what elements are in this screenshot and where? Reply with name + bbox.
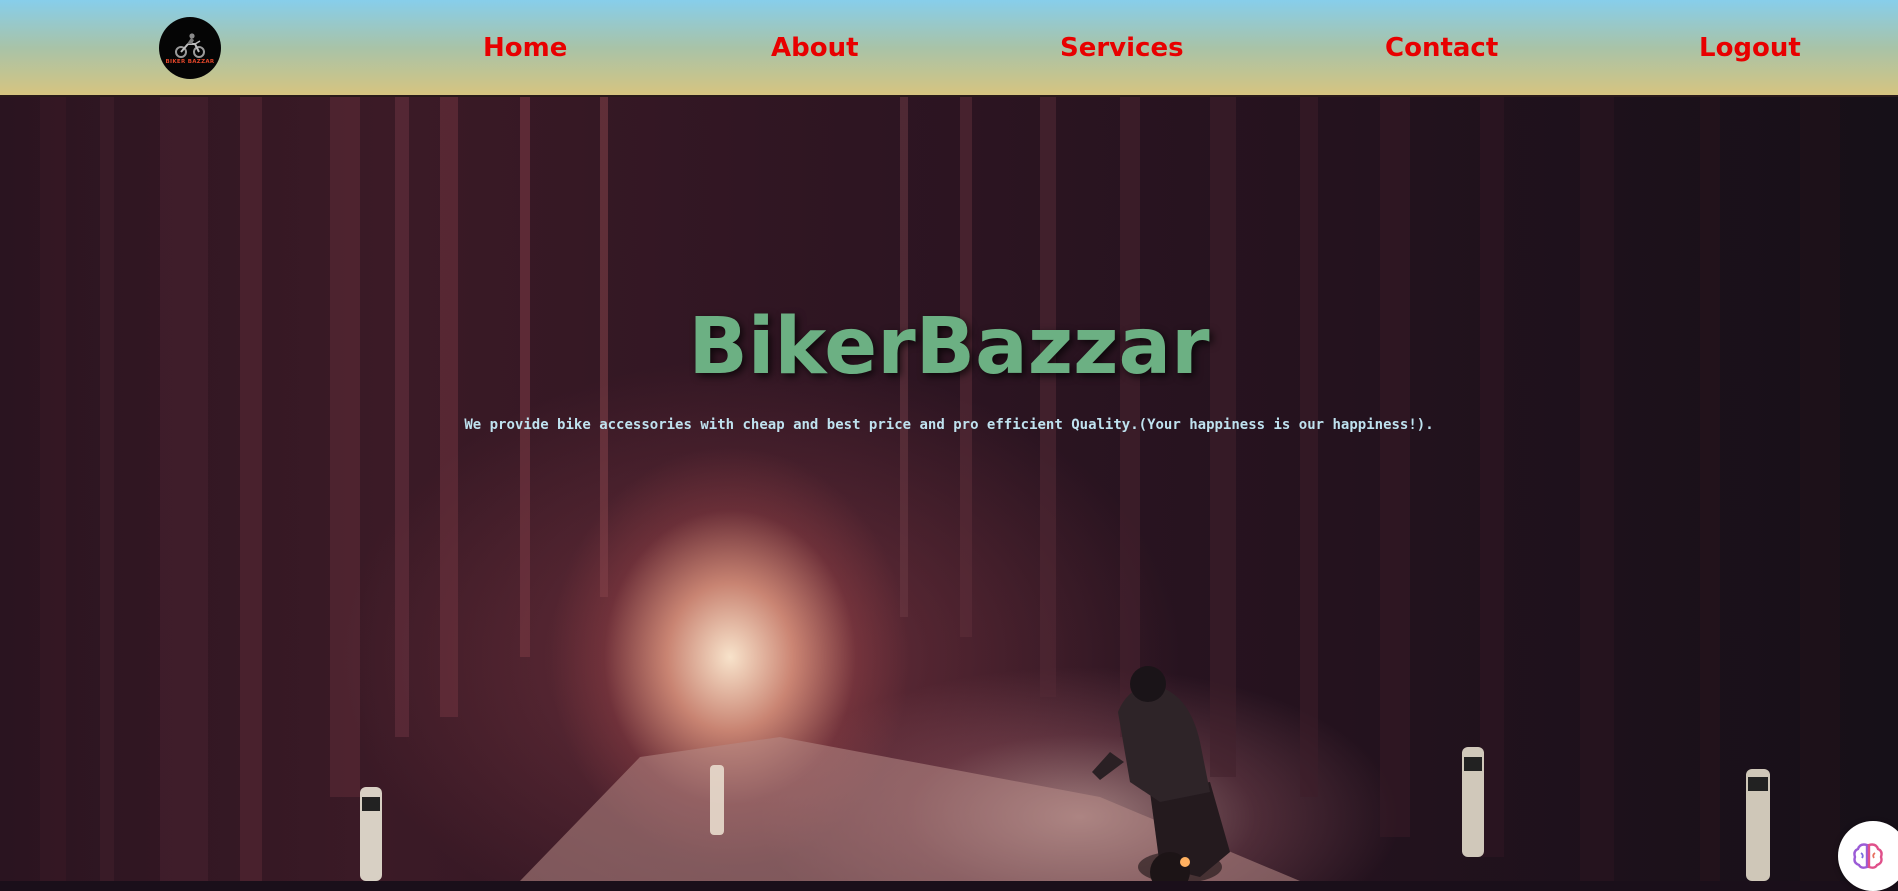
nav-about-link[interactable]: About [771,30,859,66]
navbar: BIKER BAZZAR Home About Services Contact… [0,0,1898,97]
logo-text: BIKER BAZZAR [165,58,215,65]
forest-road-motorcycle-image [40,97,1840,881]
motorcycle-rider-icon [175,32,205,58]
nav-contact-link[interactable]: Contact [1385,30,1498,66]
brain-assistant-icon [1853,843,1883,869]
nav-home-link[interactable]: Home [483,30,567,66]
hero-tagline: We provide bike accessories with cheap a… [464,417,1434,433]
nav-services-link[interactable]: Services [1060,30,1184,66]
hero-section: BikerBazzar We provide bike accessories … [0,97,1898,881]
nav-logout-link[interactable]: Logout [1699,30,1801,66]
site-logo[interactable]: BIKER BAZZAR [159,17,221,79]
hero-title: BikerBazzar [688,302,1210,392]
